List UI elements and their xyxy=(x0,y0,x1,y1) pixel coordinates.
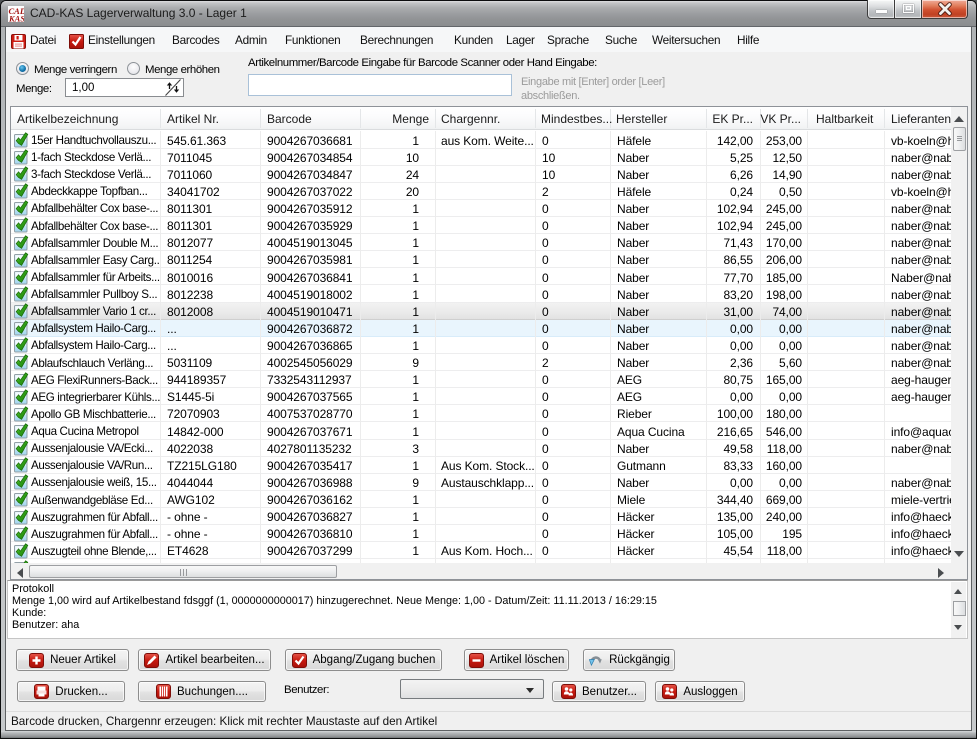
svg-text:KAS: KAS xyxy=(8,14,24,23)
